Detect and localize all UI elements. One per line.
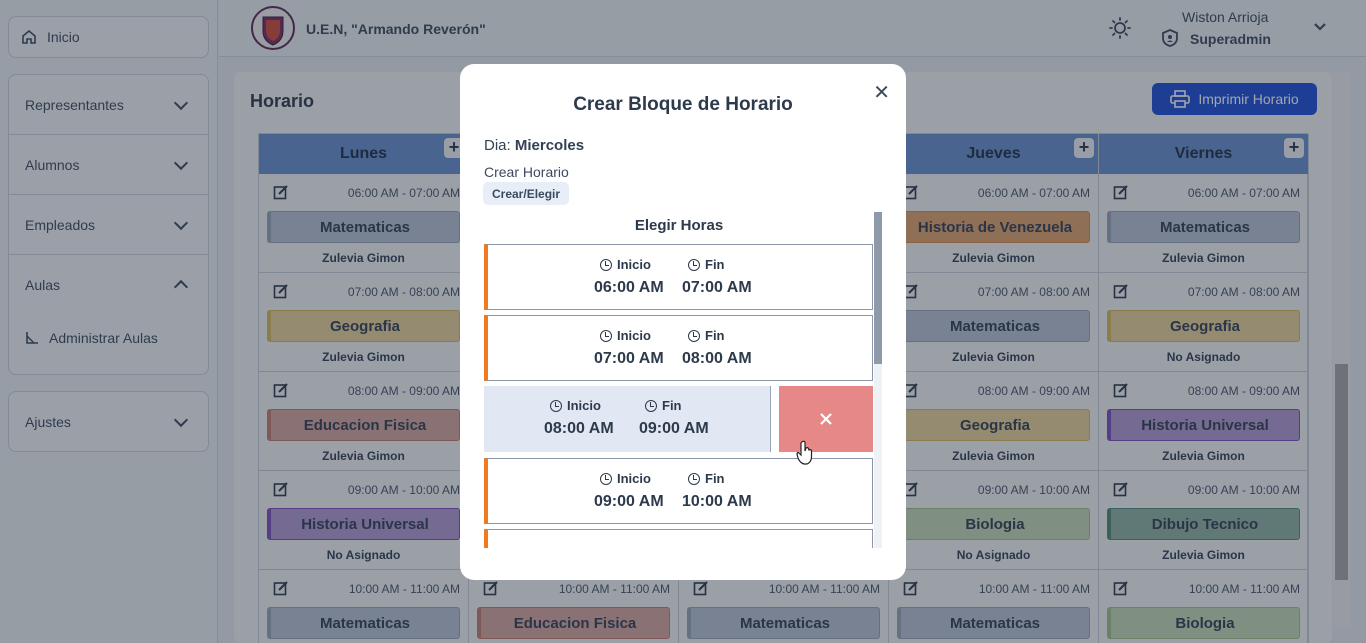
time-slot[interactable]: Inicio Fin 08:00 AM 09:00 AM [484, 386, 771, 452]
modal-title: Crear Bloque de Horario [573, 94, 793, 115]
day-value: Miercoles [514, 137, 585, 154]
time-slot[interactable]: Inicio Fin 09:00 AM 10:00 AM [484, 458, 873, 524]
clock-icon [688, 258, 700, 271]
start-time: 08:00 AM [544, 420, 614, 437]
start-label: Inicio [617, 328, 651, 343]
start-time: 09:00 AM [594, 493, 664, 510]
end-label-group: Fin [688, 471, 725, 486]
start-label-group: Inicio [550, 398, 601, 413]
time-slot[interactable] [484, 529, 873, 548]
clock-icon [600, 329, 612, 342]
start-time: 07:00 AM [594, 350, 664, 367]
end-label-group: Fin [688, 257, 725, 272]
create-choose-tab[interactable]: Crear/Elegir [483, 182, 570, 205]
start-label-group: Inicio [600, 328, 651, 343]
day-info: Dia: Miercoles [484, 137, 584, 154]
create-schedule-label: Crear Horario [484, 164, 569, 180]
end-label-group: Fin [645, 398, 682, 413]
slot-divider [770, 386, 771, 452]
hours-list: Elegir Horas Inicio Fin 06:00 AM 07:00 AM In… [484, 212, 882, 548]
start-time: 06:00 AM [594, 279, 664, 296]
end-time: 07:00 AM [682, 279, 752, 296]
end-label: Fin [705, 471, 725, 486]
end-time: 09:00 AM [639, 420, 709, 437]
end-time: 08:00 AM [682, 350, 752, 367]
hand-cursor-icon [796, 440, 813, 465]
clock-icon [600, 472, 612, 485]
time-slot[interactable]: Inicio Fin 07:00 AM 08:00 AM [484, 315, 873, 381]
end-label-group: Fin [688, 328, 725, 343]
hours-list-title: Elegir Horas [634, 217, 724, 234]
clock-icon [600, 258, 612, 271]
close-icon[interactable]: ✕ [873, 80, 890, 105]
start-label: Inicio [617, 257, 651, 272]
end-label: Fin [705, 328, 725, 343]
day-label: Dia: [484, 137, 511, 154]
clock-icon [550, 399, 562, 412]
clock-icon [688, 472, 700, 485]
time-slot[interactable]: Inicio Fin 06:00 AM 07:00 AM [484, 244, 873, 310]
end-time: 10:00 AM [682, 493, 752, 510]
clock-icon [645, 399, 657, 412]
close-icon [820, 413, 832, 425]
end-label: Fin [705, 257, 725, 272]
start-label: Inicio [617, 471, 651, 486]
remove-slot-button[interactable] [779, 386, 873, 452]
start-label: Inicio [567, 398, 601, 413]
end-label: Fin [662, 398, 682, 413]
hours-list-scrollbar-thumb[interactable] [874, 212, 882, 364]
create-block-modal: Crear Bloque de Horario ✕ Dia: Miercoles… [460, 64, 906, 580]
start-label-group: Inicio [600, 471, 651, 486]
clock-icon [688, 329, 700, 342]
start-label-group: Inicio [600, 257, 651, 272]
